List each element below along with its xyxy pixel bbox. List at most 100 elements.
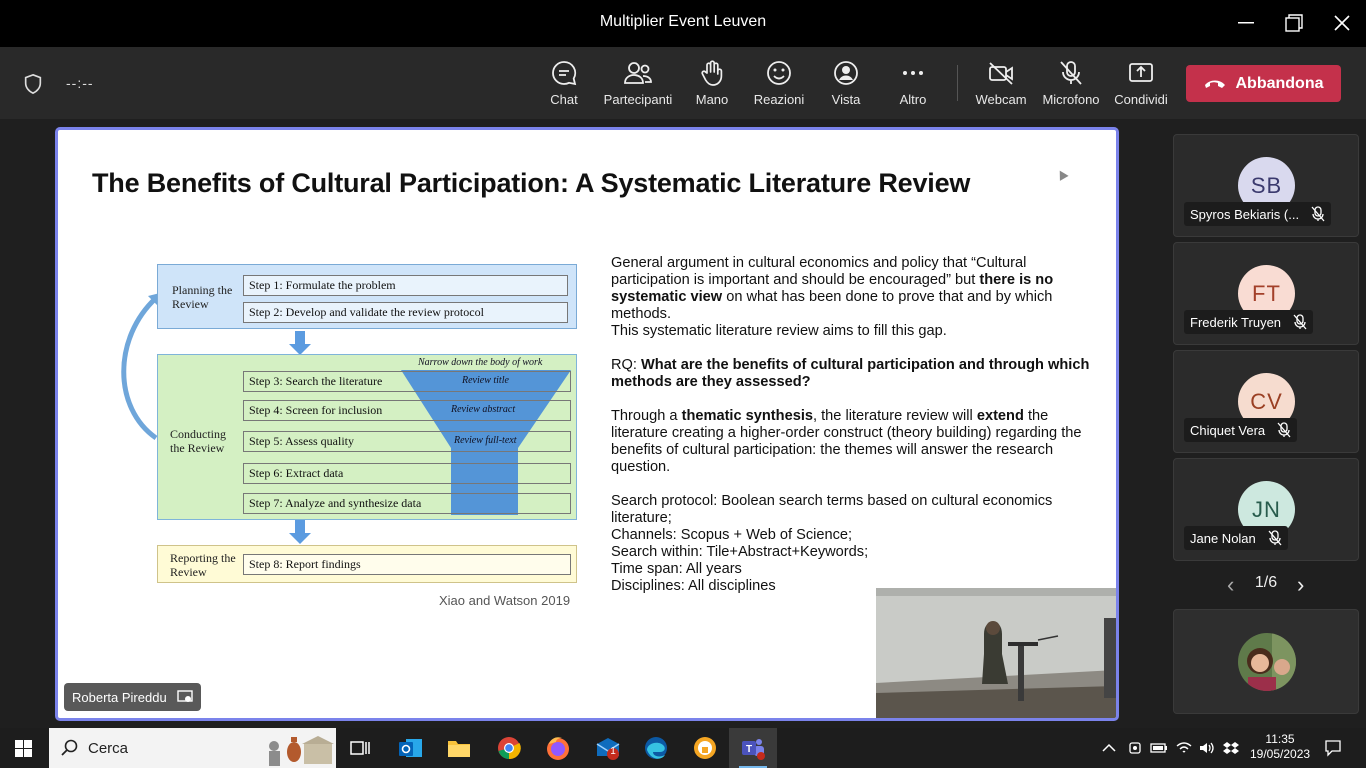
more-label: Altro: [899, 92, 927, 107]
diagram-citation: Xiao and Watson 2019: [439, 593, 571, 608]
previous-page-button[interactable]: ‹: [1227, 572, 1234, 598]
participant-tile[interactable]: JN Jane Nolan: [1173, 458, 1359, 561]
text-run: General argument in cultural economics a…: [611, 255, 1027, 288]
participant-name: Jane Nolan: [1190, 530, 1256, 546]
vpn-shield-icon[interactable]: [691, 734, 719, 762]
participant-tile[interactable]: FT Frederik Truyen: [1173, 242, 1359, 345]
search-placeholder: Cerca: [88, 739, 129, 757]
camera-off-icon: [989, 62, 1013, 85]
step-8: Step 8: Report findings: [243, 554, 571, 575]
minimize-button[interactable]: [1226, 8, 1266, 38]
text-run: RQ:: [611, 357, 641, 373]
avatar-initials: FT: [1252, 280, 1281, 306]
more-icon: [903, 71, 923, 75]
view-icon: [834, 61, 858, 85]
screen-share-icon: [176, 690, 193, 702]
firefox-icon[interactable]: [544, 734, 572, 762]
wifi-icon[interactable]: [1175, 740, 1193, 756]
chat-button[interactable]: Chat: [529, 59, 599, 107]
presenter-video-frame: [876, 588, 1116, 718]
presenter-name: Roberta Pireddu: [72, 689, 167, 705]
funnel-label-fulltext: Review full-text: [454, 435, 517, 446]
funnel-label-abstract: Review abstract: [451, 404, 516, 415]
shield-icon[interactable]: [22, 73, 44, 95]
participant-name-tag: Frederik Truyen: [1184, 310, 1314, 334]
task-view-icon[interactable]: [346, 734, 374, 762]
leave-button[interactable]: Abbandona: [1186, 65, 1341, 102]
svg-text:T: T: [746, 744, 752, 755]
microphone-label: Microfono: [1042, 92, 1100, 107]
protocol-line: Time span: All years: [611, 561, 742, 577]
text-run: , the literature review will: [813, 408, 977, 424]
step-3: Step 3: Search the literature: [243, 371, 571, 392]
title-bar: Multiplier Event Leuven: [0, 0, 1366, 47]
participants-icon: [624, 62, 652, 84]
share-button[interactable]: Condividi: [1106, 59, 1176, 107]
chevron-up-icon[interactable]: [1102, 741, 1116, 755]
more-button[interactable]: Altro: [878, 59, 948, 107]
self-avatar: [1238, 633, 1296, 691]
participants-label: Partecipanti: [603, 92, 673, 107]
webcam-button[interactable]: Webcam: [966, 59, 1036, 107]
system-clock[interactable]: 11:35 19/05/2023: [1250, 732, 1310, 762]
shared-screen: The Benefits of Cultural Participation: …: [55, 127, 1119, 721]
file-explorer-icon[interactable]: [445, 734, 473, 762]
participant-name-tag: Jane Nolan: [1184, 526, 1288, 550]
participant-name: Frederik Truyen: [1190, 314, 1282, 330]
participant-tile[interactable]: CV Chiquet Vera: [1173, 350, 1359, 453]
window-title: Multiplier Event Leuven: [599, 13, 767, 30]
webcam-tray-icon[interactable]: [1127, 740, 1143, 756]
restore-button[interactable]: [1274, 8, 1314, 38]
slide-title: The Benefits of Cultural Participation: …: [92, 168, 971, 198]
share-icon: [1129, 63, 1153, 82]
view-button[interactable]: Vista: [811, 59, 881, 107]
close-icon: [1334, 15, 1350, 31]
teams-taskbar-active[interactable]: T: [729, 728, 777, 768]
participant-tile[interactable]: SB Spyros Bekiaris (...: [1173, 134, 1359, 237]
protocol-line: Channels: Scopus + Web of Science;: [611, 527, 853, 543]
paragraph-protocol: Search protocol: Boolean search terms ba…: [611, 493, 1091, 595]
taskbar-search[interactable]: Cerca: [49, 728, 336, 768]
self-view-tile[interactable]: [1173, 609, 1359, 714]
step-6: Step 6: Extract data: [243, 463, 571, 484]
mic-off-icon: [1293, 314, 1307, 330]
step-4: Step 4: Screen for inclusion: [243, 400, 571, 421]
windows-start-icon[interactable]: [15, 740, 32, 757]
restore-icon: [1285, 14, 1303, 32]
presenter-video[interactable]: [876, 588, 1116, 718]
next-page-button[interactable]: ›: [1297, 572, 1304, 598]
reactions-label: Reazioni: [753, 92, 805, 107]
reactions-button[interactable]: Reazioni: [744, 59, 814, 107]
avatar-initials: SB: [1250, 172, 1283, 198]
edge-icon[interactable]: [642, 734, 670, 762]
chat-label: Chat: [550, 92, 578, 107]
step-2: Step 2: Develop and validate the review …: [243, 302, 568, 323]
share-label: Condividi: [1114, 92, 1168, 107]
participants-button[interactable]: Partecipanti: [600, 59, 676, 107]
search-icon: [61, 739, 78, 756]
mail-badge: 1: [610, 746, 616, 757]
chrome-icon[interactable]: [495, 734, 523, 762]
notifications-icon[interactable]: [1324, 739, 1342, 757]
step-7: Step 7: Analyze and synthesize data: [243, 493, 571, 514]
webcam-label: Webcam: [975, 92, 1027, 107]
mic-off-icon: [1311, 206, 1325, 222]
microphone-button[interactable]: Microfono: [1036, 59, 1106, 107]
text-run-bold: extend: [976, 408, 1024, 424]
clock-time: 11:35: [1265, 732, 1295, 746]
reactions-icon: [767, 61, 791, 85]
volume-icon[interactable]: [1198, 740, 1216, 756]
meeting-stage: The Benefits of Cultural Participation: …: [0, 119, 1366, 729]
presenter-name-tag[interactable]: Roberta Pireddu: [64, 683, 201, 711]
outlook-icon[interactable]: [396, 734, 424, 762]
meeting-toolbar: --:-- Chat Partecipanti Mano Reazioni Vi…: [0, 47, 1366, 119]
dropbox-icon[interactable]: [1222, 740, 1240, 756]
avatar-initials: CV: [1250, 388, 1283, 414]
mic-off-icon: [1277, 422, 1291, 438]
participant-name: Chiquet Vera: [1190, 422, 1266, 438]
battery-icon[interactable]: [1150, 740, 1168, 756]
mouse-cursor: [1055, 168, 1069, 181]
raise-hand-label: Mano: [695, 92, 729, 107]
close-button[interactable]: [1322, 8, 1362, 38]
raise-hand-button[interactable]: Mano: [677, 59, 747, 107]
